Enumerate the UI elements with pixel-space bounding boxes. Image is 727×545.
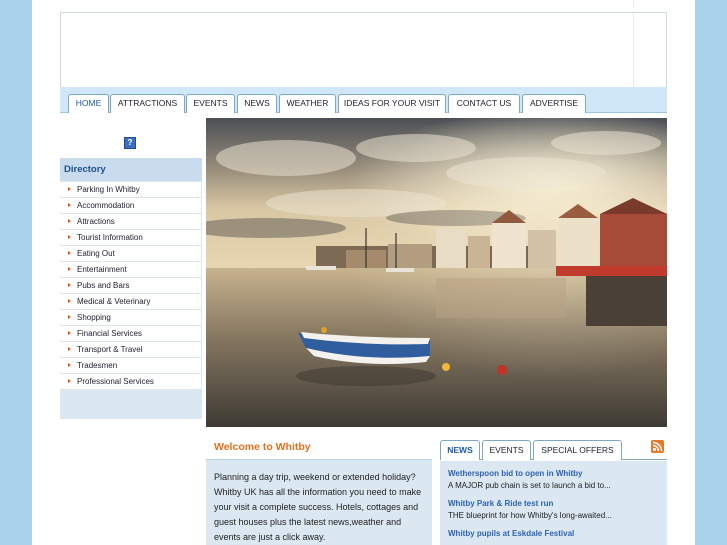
news-panel: Wetherspoon bid to open in Whitby A MAJO… [440, 461, 667, 545]
directory-item-label: Financial Services [77, 329, 142, 338]
arrow-right-icon [68, 283, 71, 287]
page-container: HOME ATTRACTIONS EVENTS NEWS WEATHER IDE… [32, 0, 695, 545]
arrow-right-icon [68, 363, 71, 367]
welcome-panel: Planning a day trip, weekend or extended… [206, 459, 432, 545]
tab-news-feed[interactable]: NEWS [440, 440, 480, 460]
rss-icon[interactable] [651, 440, 664, 453]
arrow-right-icon [68, 331, 71, 335]
tab-special-offers[interactable]: SPECIAL OFFERS [533, 440, 622, 460]
directory-item-label: Eating Out [77, 249, 115, 258]
arrow-right-icon [68, 347, 71, 351]
arrow-right-icon [68, 267, 71, 271]
directory-item-label: Parking In Whitby [77, 185, 140, 194]
directory-item-label: Attractions [77, 217, 115, 226]
directory-item-label: Entertainment [77, 265, 127, 274]
tab-advertise[interactable]: ADVERTISE [522, 94, 586, 113]
arrow-right-icon [68, 299, 71, 303]
directory-item-label: Medical & Veterinary [77, 297, 151, 306]
tab-attractions[interactable]: ATTRACTIONS [110, 94, 185, 113]
tab-events[interactable]: EVENTS [186, 94, 235, 113]
rss-glyph [652, 441, 663, 452]
directory-item-financial-services[interactable]: Financial Services [60, 326, 201, 342]
directory-title: Directory [60, 158, 202, 181]
directory-item-label: Accommodation [77, 201, 135, 210]
hero-harbour-photo [206, 118, 667, 427]
tab-weather[interactable]: WEATHER [279, 94, 336, 113]
arrow-right-icon [68, 203, 71, 207]
directory-item-label: Tourist Information [77, 233, 143, 242]
directory-item-label: Pubs and Bars [77, 281, 130, 290]
tab-contact-us[interactable]: CONTACT US [448, 94, 520, 113]
news-item: Whitby pupils at Eskdale Festival [448, 528, 659, 540]
tab-home[interactable]: HOME [68, 94, 109, 113]
directory-sidebar: Directory Parking In Whitby Accommodatio… [60, 158, 202, 419]
directory-item-label: Tradesmen [77, 361, 118, 370]
welcome-text: Planning a day trip, weekend or extended… [214, 472, 422, 542]
news-title-link[interactable]: Wetherspoon bid to open in Whitby [448, 468, 659, 480]
directory-item-label: Transport & Travel [77, 345, 143, 354]
directory-item-professional-services[interactable]: Professional Services [60, 374, 201, 390]
arrow-right-icon [68, 235, 71, 239]
directory-item-parking[interactable]: Parking In Whitby [60, 182, 201, 198]
main-nav: HOME ATTRACTIONS EVENTS NEWS WEATHER IDE… [60, 87, 667, 113]
news-tabs: NEWS EVENTS SPECIAL OFFERS [440, 440, 667, 460]
directory-item-shopping[interactable]: Shopping [60, 310, 201, 326]
top-divider [633, 0, 634, 8]
news-title-link[interactable]: Whitby Park & Ride test run [448, 498, 659, 510]
arrow-right-icon [68, 187, 71, 191]
directory-item-label: Professional Services [77, 377, 154, 386]
directory-item-tourist-information[interactable]: Tourist Information [60, 230, 201, 246]
directory-item-tradesmen[interactable]: Tradesmen [60, 358, 201, 374]
arrow-right-icon [68, 315, 71, 319]
tab-events-feed[interactable]: EVENTS [482, 440, 531, 460]
tab-ideas-for-your-visit[interactable]: IDEAS FOR YOUR VISIT [338, 94, 446, 113]
news-snippet: THE blueprint for how Whitby's long-awai… [448, 511, 612, 520]
harbour-image [206, 118, 667, 427]
news-title-link[interactable]: Whitby pupils at Eskdale Festival [448, 528, 659, 540]
help-icon[interactable]: ? [124, 137, 136, 149]
directory-item-medical-veterinary[interactable]: Medical & Veterinary [60, 294, 201, 310]
directory-item-label: Shopping [77, 313, 111, 322]
banner-divider [633, 13, 634, 87]
news-item: Wetherspoon bid to open in Whitby A MAJO… [448, 468, 659, 492]
directory-item-accommodation[interactable]: Accommodation [60, 198, 201, 214]
directory-item-pubs-and-bars[interactable]: Pubs and Bars [60, 278, 201, 294]
arrow-right-icon [68, 379, 71, 383]
directory-item-eating-out[interactable]: Eating Out [60, 246, 201, 262]
directory-item-attractions[interactable]: Attractions [60, 214, 201, 230]
welcome-title: Welcome to Whitby [214, 441, 311, 453]
news-snippet: A MAJOR pub chain is set to launch a bid… [448, 481, 611, 490]
arrow-right-icon [68, 219, 71, 223]
news-item: Whitby Park & Ride test run THE blueprin… [448, 498, 659, 522]
directory-item-transport-travel[interactable]: Transport & Travel [60, 342, 201, 358]
header-banner [60, 12, 667, 88]
tab-news[interactable]: NEWS [237, 94, 277, 113]
arrow-right-icon [68, 251, 71, 255]
directory-list: Parking In Whitby Accommodation Attracti… [60, 182, 201, 390]
directory-item-entertainment[interactable]: Entertainment [60, 262, 201, 278]
